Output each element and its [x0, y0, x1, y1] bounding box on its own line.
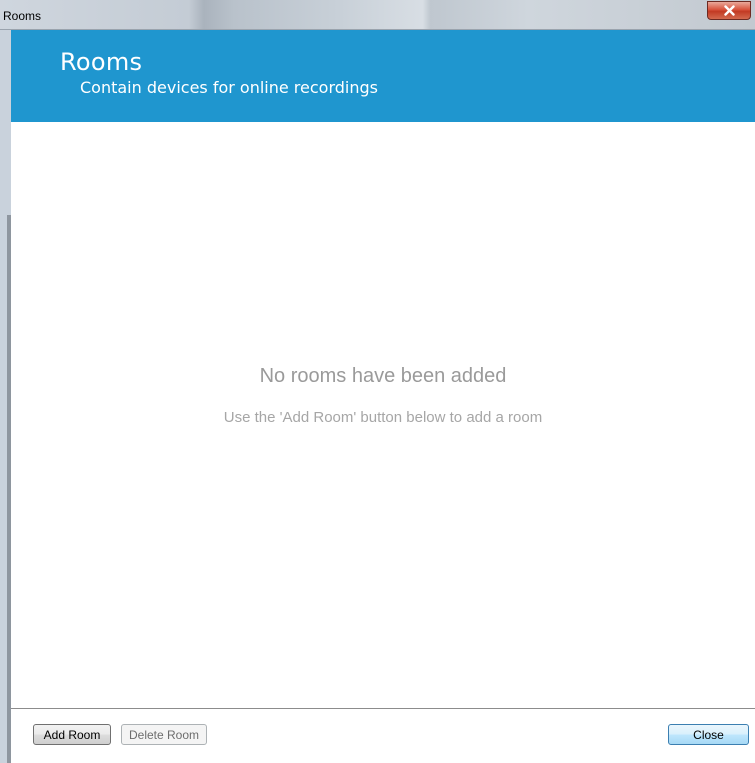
rooms-list-area: No rooms have been added Use the 'Add Ro… — [11, 122, 755, 708]
empty-state-title: No rooms have been added — [259, 365, 507, 387]
footer-bar: Add Room Delete Room Close — [11, 708, 755, 763]
window-title: Rooms — [3, 9, 42, 23]
delete-room-button[interactable]: Delete Room — [121, 724, 207, 745]
empty-state-hint: Use the 'Add Room' button below to add a… — [223, 409, 543, 426]
close-icon — [724, 5, 735, 16]
title-bar[interactable]: Rooms — [0, 0, 755, 30]
window-close-button[interactable] — [707, 1, 751, 20]
close-button[interactable]: Close — [668, 724, 749, 745]
add-room-button[interactable]: Add Room — [33, 724, 111, 745]
page-title: Rooms — [60, 48, 143, 76]
page-subtitle: Contain devices for online recordings — [80, 78, 378, 97]
rooms-window: Rooms Rooms Contain devices for online r… — [0, 0, 755, 763]
header-banner: Rooms Contain devices for online recordi… — [11, 30, 755, 122]
